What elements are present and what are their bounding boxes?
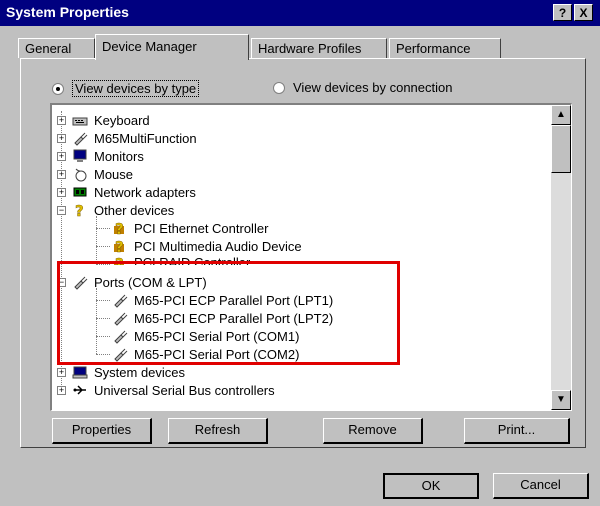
- tree-item-lpt2[interactable]: M65-PCI ECP Parallel Port (LPT2): [112, 309, 333, 327]
- view-by-type-option[interactable]: View devices by type: [52, 80, 200, 97]
- svg-text:?: ?: [75, 202, 84, 218]
- system-properties-window: System Properties ? X General Device Man…: [0, 0, 600, 506]
- mouse-icon: [72, 166, 88, 182]
- tree-item-pci-ethernet[interactable]: ? PCI Ethernet Controller: [112, 219, 269, 238]
- tree-item-label: Keyboard: [94, 112, 150, 128]
- network-icon: [72, 184, 88, 200]
- tree-item-network-adapters[interactable]: Network adapters: [72, 183, 196, 201]
- refresh-button[interactable]: Refresh: [168, 418, 268, 444]
- radio-by-type[interactable]: [52, 82, 64, 95]
- radio-by-connection[interactable]: [273, 81, 285, 94]
- tree-item-label: Universal Serial Bus controllers: [94, 382, 275, 398]
- view-by-connection-option[interactable]: View devices by connection: [273, 80, 452, 95]
- tree-item-usb-controllers[interactable]: Universal Serial Bus controllers: [72, 381, 275, 399]
- expand-toggle[interactable]: +: [57, 134, 66, 143]
- tree-item-label: Network adapters: [94, 184, 196, 200]
- svg-text:?: ?: [115, 238, 124, 254]
- cancel-button[interactable]: Cancel: [493, 473, 589, 499]
- expand-toggle[interactable]: +: [57, 152, 66, 161]
- help-button[interactable]: ?: [553, 4, 572, 21]
- tree-item-label: M65-PCI ECP Parallel Port (LPT1): [134, 292, 334, 308]
- tree-item-com2[interactable]: M65-PCI Serial Port (COM2): [112, 345, 299, 363]
- tree-item-label: Monitors: [94, 148, 144, 164]
- tab-hardware-profiles[interactable]: Hardware Profiles: [251, 38, 387, 58]
- tab-general[interactable]: General: [18, 38, 95, 58]
- tab-device-manager[interactable]: Device Manager: [95, 34, 249, 60]
- tree-item-label: PCI RAID Controller: [134, 255, 251, 265]
- view-by-connection-label: View devices by connection: [293, 80, 453, 95]
- expand-toggle[interactable]: +: [57, 116, 66, 125]
- question-icon: ?: [72, 202, 88, 221]
- tree-item-label: PCI Ethernet Controller: [134, 220, 269, 236]
- properties-button[interactable]: Properties: [52, 418, 152, 444]
- tree-item-com1[interactable]: M65-PCI Serial Port (COM1): [112, 327, 299, 345]
- tree-item-label: M65-PCI ECP Parallel Port (LPT2): [134, 310, 334, 326]
- tree-item-label: Other devices: [94, 202, 175, 218]
- close-button[interactable]: X: [574, 4, 593, 21]
- print-button[interactable]: Print...: [464, 418, 570, 444]
- tree-item-lpt1[interactable]: M65-PCI ECP Parallel Port (LPT1): [112, 291, 333, 309]
- tree-item-ports[interactable]: Ports (COM & LPT): [72, 273, 207, 291]
- tree-item-label: M65MultiFunction: [94, 130, 197, 146]
- tree-item-other-devices[interactable]: ? Other devices: [72, 201, 175, 221]
- plug-icon: [112, 292, 128, 308]
- plug-icon: [72, 130, 88, 146]
- collapse-toggle[interactable]: −: [57, 278, 66, 287]
- expand-toggle[interactable]: +: [57, 188, 66, 197]
- tree-item-monitors[interactable]: Monitors: [72, 147, 144, 165]
- plug-icon: [112, 346, 128, 362]
- view-by-type-label: View devices by type: [72, 80, 200, 97]
- tree-item-pci-raid[interactable]: ? PCI RAID Controller: [112, 255, 250, 265]
- question-icon: ?: [112, 220, 128, 238]
- expand-toggle[interactable]: +: [57, 170, 66, 179]
- title-bar[interactable]: System Properties ? X: [0, 0, 600, 26]
- tree-item-label: M65-PCI Serial Port (COM1): [134, 328, 300, 344]
- question-icon: ?: [112, 238, 128, 256]
- remove-button[interactable]: Remove: [323, 418, 423, 444]
- svg-text:?: ?: [115, 220, 124, 236]
- usb-icon: [72, 382, 88, 398]
- svg-text:?: ?: [115, 255, 124, 265]
- tree-item-label: Mouse: [94, 166, 134, 182]
- tab-performance[interactable]: Performance: [389, 38, 501, 58]
- question-icon: ?: [112, 255, 128, 265]
- tree-item-system-devices[interactable]: System devices: [72, 363, 185, 381]
- monitor-icon: [72, 148, 88, 164]
- scroll-thumb[interactable]: [551, 125, 571, 173]
- scroll-down-button[interactable]: ▼: [551, 390, 571, 410]
- tree-item-pci-audio[interactable]: ? PCI Multimedia Audio Device: [112, 237, 302, 256]
- expand-toggle[interactable]: +: [57, 386, 66, 395]
- keyboard-icon: [72, 112, 88, 128]
- plug-icon: [72, 274, 88, 290]
- tree-item-mouse[interactable]: Mouse: [72, 165, 133, 183]
- expand-toggle[interactable]: +: [57, 368, 66, 377]
- tree-item-label: System devices: [94, 364, 186, 380]
- tree-item-m65multifunction[interactable]: M65MultiFunction: [72, 129, 197, 147]
- tree-item-keyboard[interactable]: Keyboard: [72, 111, 150, 129]
- ok-button[interactable]: OK: [383, 473, 479, 499]
- tree-scrollbar[interactable]: ▲ ▼: [551, 105, 571, 410]
- tree-item-label: Ports (COM & LPT): [94, 274, 207, 290]
- scroll-up-button[interactable]: ▲: [551, 105, 571, 125]
- window-title: System Properties: [6, 4, 129, 20]
- plug-icon: [112, 328, 128, 344]
- tree-item-label: M65-PCI Serial Port (COM2): [134, 346, 300, 362]
- computer-icon: [72, 364, 88, 380]
- tree-item-label: PCI Multimedia Audio Device: [134, 238, 302, 254]
- device-tree[interactable]: + + + + + − − + + Keyboard M65MultiFunct…: [50, 103, 572, 411]
- plug-icon: [112, 310, 128, 326]
- collapse-toggle[interactable]: −: [57, 206, 66, 215]
